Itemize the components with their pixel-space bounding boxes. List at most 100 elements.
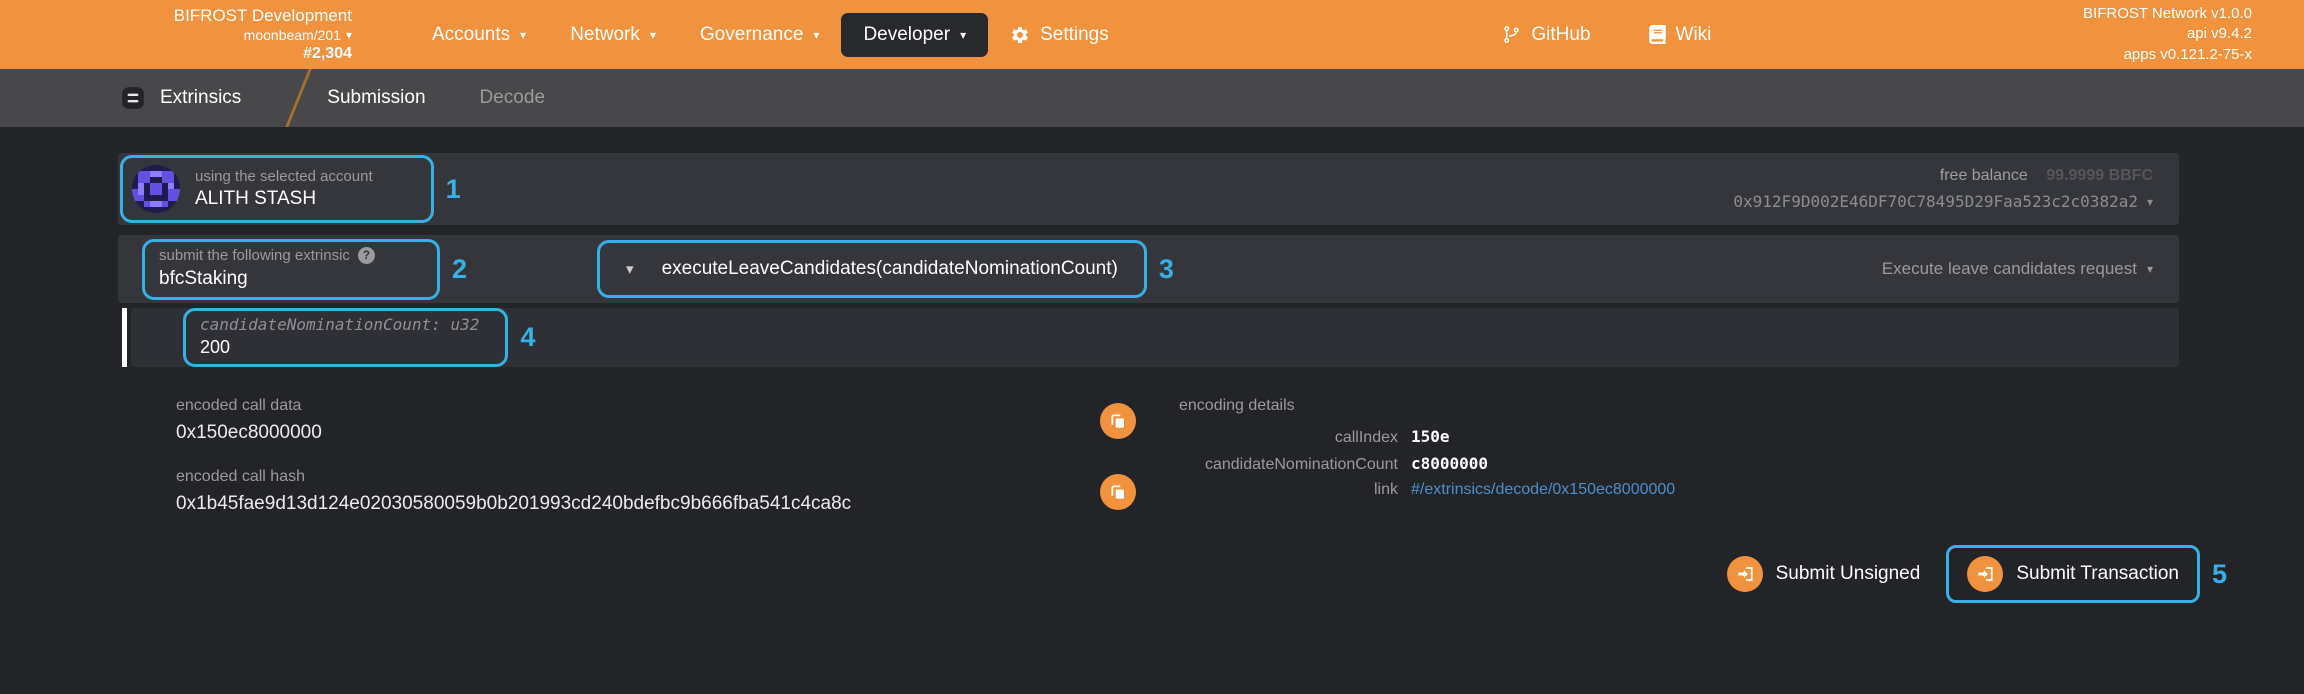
main-nav: Accounts ▾ Network ▾ Governance ▾ Develo… [410,13,1131,57]
nav-accounts[interactable]: Accounts ▾ [410,13,548,57]
version-apps: apps v0.121.2-75-x [2083,45,2252,65]
submit-unsigned-button[interactable]: Submit Unsigned [1727,556,1921,592]
param-name-type: candidateNominationCount: u32 [200,315,479,334]
chain-selector[interactable]: moonbeam/201 ▾ [244,27,352,44]
annotation-outline-4: candidateNominationCount: u32 200 [183,308,508,367]
account-identicon[interactable] [132,165,180,213]
free-balance-value: 99.9999 BBFC [2046,167,2153,184]
copy-call-data-button[interactable] [1100,403,1136,439]
annotation-number-2: 2 [452,254,467,285]
decode-link[interactable]: #/extrinsics/decode/0x150ec8000000 [1411,477,1675,503]
nav-developer[interactable]: Developer ▾ [841,13,988,57]
sign-in-icon [1967,556,2003,592]
free-balance-label: free balance [1940,167,2028,184]
encoded-call-data-label: encoded call data [176,397,322,415]
submit-transaction-label: Submit Transaction [2016,563,2179,585]
copy-icon [1109,412,1127,430]
github-label: GitHub [1531,24,1590,46]
chevron-down-icon: ▾ [960,29,966,41]
account-texts: using the selected account ALITH STASH [195,168,373,210]
chain-name: moonbeam/201 [244,27,341,44]
detail-key-link: link [1179,477,1411,503]
encoding-details-column: encoding details callIndex 150e candidat… [1179,397,1675,515]
annotated-method-select: ▾ executeLeaveCandidates(candidateNomina… [597,240,1174,298]
detail-value-nomination-count: c8000000 [1411,451,1488,477]
submit-transaction-button[interactable]: Submit Transaction [1967,556,2179,592]
detail-value-callindex: 150e [1411,424,1450,450]
annotated-section-select: submit the following extrinsic ? bfcStak… [142,239,467,300]
encoded-call-hash-block: encoded call hash 0x1b45fae9d13d124e0203… [176,468,851,515]
sign-in-icon [1727,556,1763,592]
free-balance-line: free balance 99.9999 BBFC [1733,163,2153,189]
extrinsic-description-dropdown[interactable]: Execute leave candidates request ▾ [1882,259,2153,279]
encoded-call-hash-label: encoded call hash [176,468,851,486]
nav-network[interactable]: Network ▾ [548,13,678,57]
extrinsic-method-select[interactable]: ▾ executeLeaveCandidates(candidateNomina… [600,243,1144,295]
encoded-call-data-block: encoded call data 0x150ec8000000 [176,397,322,444]
help-icon[interactable]: ? [358,247,375,264]
copy-icon [1109,483,1127,501]
param-value: 200 [200,337,479,358]
chevron-down-icon: ▾ [626,262,634,277]
account-row: using the selected account ALITH STASH 1… [118,153,2179,225]
nav-network-label: Network [570,24,640,46]
annotation-outline-3: ▾ executeLeaveCandidates(candidateNomina… [597,240,1147,298]
section-extrinsics[interactable]: Extrinsics [120,85,297,111]
nav-settings[interactable]: Settings [988,13,1131,57]
extrinsics-submission-page: using the selected account ALITH STASH 1… [0,127,2304,603]
annotation-number-4: 4 [520,322,535,353]
encoded-call-data-group: encoded call data 0x150ec8000000 [176,397,1136,444]
chevron-down-icon: ▾ [650,29,656,41]
annotation-outline-2: submit the following extrinsic ? bfcStak… [142,239,440,300]
tab-decode[interactable]: Decode [453,69,573,127]
param-indent-bar [122,308,127,367]
extrinsics-icon [120,85,146,111]
annotation-number-3: 3 [1159,254,1174,285]
copy-call-hash-button[interactable] [1100,474,1136,510]
account-select[interactable]: using the selected account ALITH STASH [123,158,431,220]
top-navigation-bar: BIFROST Development moonbeam/201 ▾ #2,30… [0,0,2304,69]
submit-actions: Submit Unsigned Submit Transaction 5 [118,545,2227,603]
param-input[interactable]: candidateNominationCount: u32 200 [186,311,505,364]
annotated-param-input: candidateNominationCount: u32 200 4 [183,308,535,367]
annotation-number-5: 5 [2212,559,2227,590]
tab-submission[interactable]: Submission [300,69,452,127]
encoding-detail-row: candidateNominationCount c8000000 [1179,451,1675,478]
extrinsic-section-select[interactable]: submit the following extrinsic ? bfcStak… [145,242,437,297]
extrinsic-description: Execute leave candidates request [1882,259,2137,279]
wiki-link[interactable]: Wiki [1627,13,1734,57]
encoded-left-column: encoded call data 0x150ec8000000 encoded… [176,397,1136,515]
best-block-number[interactable]: #2,304 [303,44,352,63]
detail-key-nomination-count: candidateNominationCount [1179,452,1411,478]
wiki-label: Wiki [1676,24,1712,46]
param-row: candidateNominationCount: u32 200 4 [122,308,2179,367]
encoding-details-label: encoding details [1179,397,1675,415]
nav-settings-label: Settings [1040,24,1109,46]
annotated-submit-transaction: Submit Transaction 5 [1946,545,2227,603]
encoded-call-hash-value: 0x1b45fae9d13d124e02030580059b0b201993cd… [176,493,851,515]
nav-governance[interactable]: Governance ▾ [678,13,842,57]
git-branch-icon [1502,25,1521,44]
encoded-call-data-value: 0x150ec8000000 [176,422,322,444]
extrinsic-method-value: executeLeaveCandidates(candidateNominati… [662,258,1118,280]
chevron-down-icon: ▾ [813,29,819,41]
annotation-outline-1: using the selected account ALITH STASH [120,155,434,223]
account-address-dropdown[interactable]: 0x912F9D002E46DF70C78495D29Faa523c2c0382… [1733,189,2153,215]
version-api: api v9.4.2 [2083,24,2252,44]
encoded-call-hash-group: encoded call hash 0x1b45fae9d13d124e0203… [176,468,1136,515]
annotation-number-1: 1 [446,174,461,205]
chevron-down-icon: ▾ [2147,196,2153,208]
param-panel: candidateNominationCount: u32 200 4 [131,308,2179,367]
section-label: Extrinsics [160,87,241,109]
github-link[interactable]: GitHub [1480,13,1612,57]
extrinsic-section-label: submit the following extrinsic [159,247,350,264]
network-title: BIFROST Development [174,6,352,26]
gear-icon [1010,25,1030,45]
nav-governance-label: Governance [700,24,804,46]
encoding-detail-row: link #/extrinsics/decode/0x150ec8000000 [1179,477,1675,503]
nav-developer-label: Developer [863,24,950,46]
account-name: ALITH STASH [195,188,373,210]
chevron-down-icon: ▾ [520,29,526,41]
account-balance-block: free balance 99.9999 BBFC 0x912F9D002E46… [1733,163,2153,214]
account-address: 0x912F9D002E46DF70C78495D29Faa523c2c0382… [1733,189,2138,215]
